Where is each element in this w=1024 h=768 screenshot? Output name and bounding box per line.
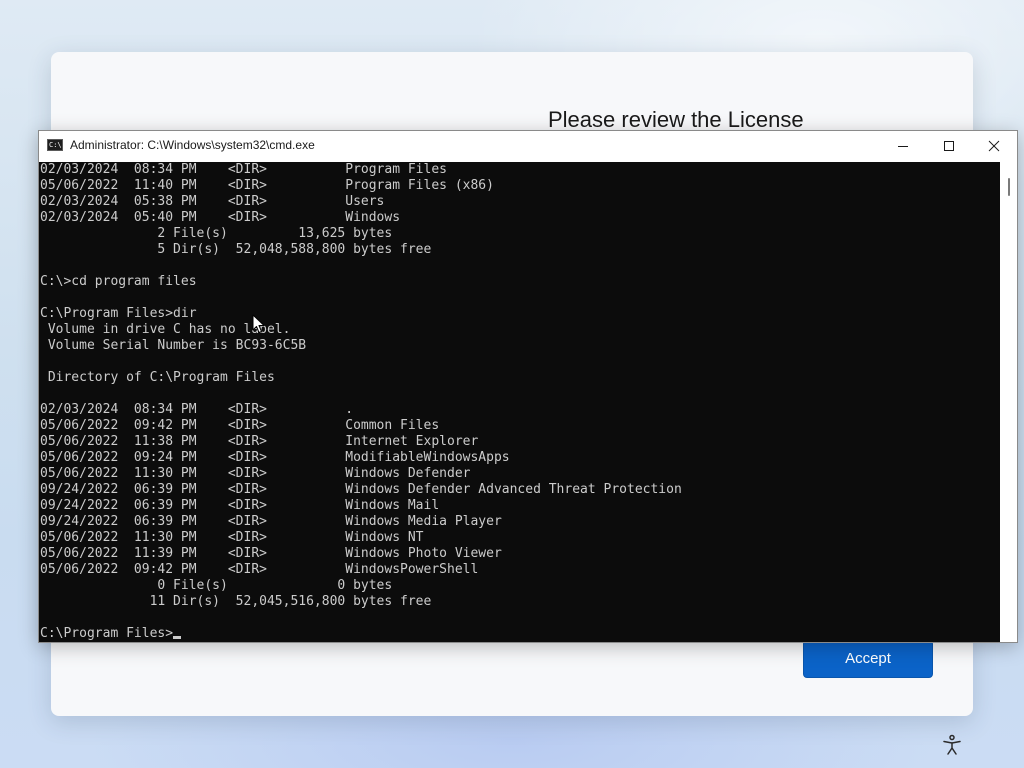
console-line: C:\>cd program files [40, 274, 197, 289]
cmd-window[interactable]: C:\ Administrator: C:\Windows\system32\c… [38, 130, 1018, 643]
console-output: 02/03/2024 08:34 PM <DIR> Program Files … [40, 162, 682, 642]
console-area[interactable]: 02/03/2024 08:34 PM <DIR> Program Files … [39, 162, 1000, 642]
console-line: 05/06/2022 09:42 PM <DIR> WindowsPowerSh… [40, 562, 479, 577]
console-line: 09/24/2022 06:39 PM <DIR> Windows Defend… [40, 482, 682, 497]
console-line: 0 File(s) 0 bytes [157, 578, 393, 593]
close-button[interactable] [971, 131, 1017, 161]
accessibility-icon [943, 734, 961, 755]
console-line: 02/03/2024 05:38 PM <DIR> Users [40, 194, 385, 209]
console-line: 05/06/2022 09:24 PM <DIR> ModifiableWind… [40, 450, 510, 465]
console-line: 05/06/2022 11:30 PM <DIR> Windows NT [40, 530, 424, 545]
console-line: 5 Dir(s) 52,048,588,800 bytes free [157, 242, 432, 257]
console-line: 2 File(s) 13,625 bytes [157, 226, 393, 241]
maximize-button[interactable] [926, 131, 972, 161]
accept-button[interactable]: Accept [803, 640, 933, 678]
scrollbar-thumb[interactable] [1008, 178, 1010, 196]
console-line: 05/06/2022 09:42 PM <DIR> Common Files [40, 418, 440, 433]
text-cursor [173, 636, 182, 639]
console-line: 09/24/2022 06:39 PM <DIR> Windows Mail [40, 498, 440, 513]
cmd-titlebar[interactable]: C:\ Administrator: C:\Windows\system32\c… [39, 131, 1017, 161]
minimize-button[interactable] [880, 131, 926, 161]
console-line: Volume Serial Number is BC93-6C5B [47, 338, 307, 353]
console-line: C:\Program Files>dir [40, 306, 197, 321]
console-line: Directory of C:\Program Files [47, 370, 275, 385]
console-line: 05/06/2022 11:38 PM <DIR> Internet Explo… [40, 434, 479, 449]
console-line: 02/03/2024 08:34 PM <DIR> Program Files [40, 162, 447, 177]
console-line: 05/06/2022 11:40 PM <DIR> Program Files … [40, 178, 494, 193]
close-icon [988, 140, 1000, 152]
console-line: 02/03/2024 05:40 PM <DIR> Windows [40, 210, 401, 225]
console-lines: 02/03/2024 08:34 PM <DIR> Program Files … [40, 162, 682, 609]
maximize-icon [944, 141, 954, 151]
console-line: 05/06/2022 11:30 PM <DIR> Windows Defend… [40, 466, 471, 481]
command-prompt: C:\Program Files> [40, 626, 174, 641]
console-line: 05/06/2022 11:39 PM <DIR> Windows Photo … [40, 546, 502, 561]
cmd-icon: C:\ [47, 139, 63, 151]
accessibility-button[interactable] [940, 733, 964, 757]
minimize-icon [898, 146, 908, 147]
mouse-pointer-icon [252, 314, 265, 333]
console-line: 09/24/2022 06:39 PM <DIR> Windows Media … [40, 514, 502, 529]
vertical-scrollbar[interactable] [1000, 162, 1017, 642]
window-title: Administrator: C:\Windows\system32\cmd.e… [70, 138, 315, 152]
console-line: 11 Dir(s) 52,045,516,800 bytes free [149, 594, 432, 609]
console-line: 02/03/2024 08:34 PM <DIR> . [40, 402, 354, 417]
